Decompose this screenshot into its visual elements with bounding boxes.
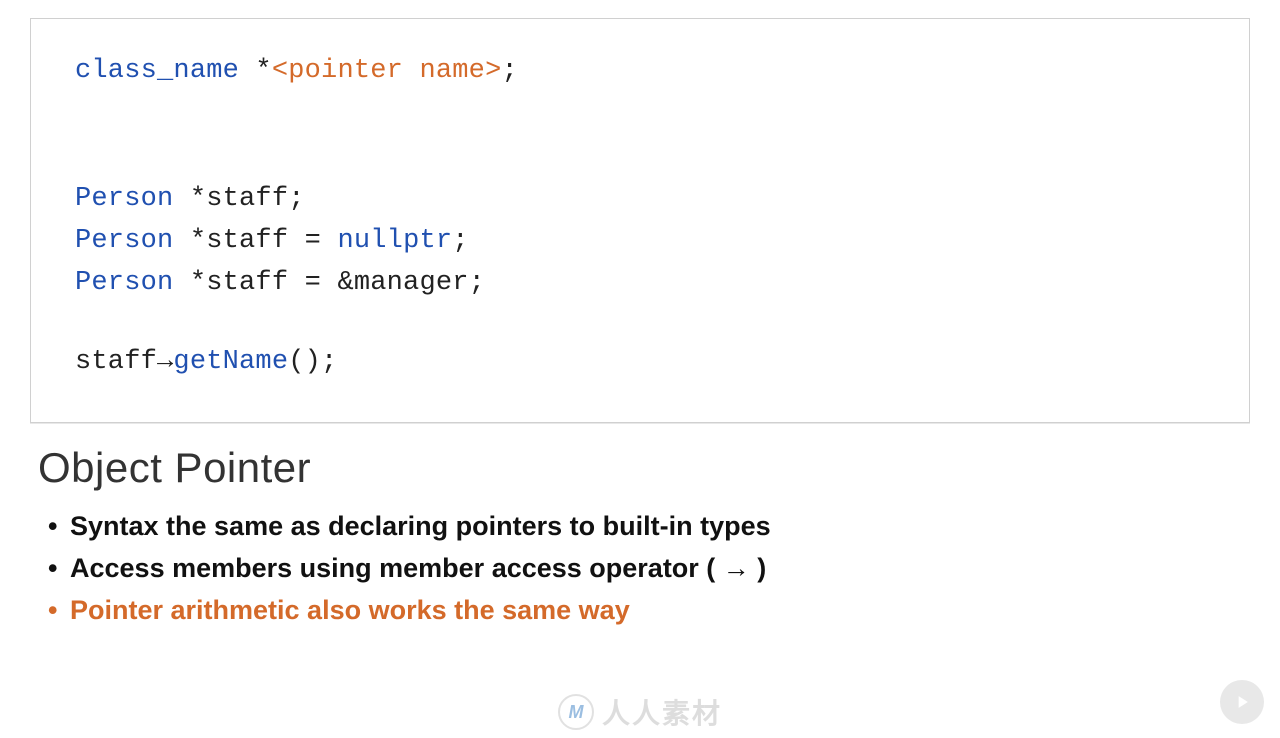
code-token: ();	[288, 347, 337, 377]
bullet-list: Syntax the same as declaring pointers to…	[48, 506, 1280, 632]
code-token: *	[239, 56, 272, 86]
code-line-3: Person *staff = nullptr;	[75, 221, 1205, 263]
spacer	[75, 93, 1205, 179]
code-token: <pointer name>	[272, 56, 502, 86]
divider	[30, 423, 1250, 424]
code-token: *staff =	[173, 226, 337, 256]
code-token: Person	[75, 268, 173, 298]
code-token: Person	[75, 184, 173, 214]
code-token: Person	[75, 226, 173, 256]
code-token: *staff;	[173, 184, 304, 214]
code-line-5: staff→getName();	[75, 342, 1205, 384]
bullet-item: Access members using member access opera…	[48, 548, 1280, 590]
code-token: ;	[452, 226, 468, 256]
play-triangle-icon	[1232, 692, 1252, 712]
watermark-text: 人人素材	[602, 692, 722, 732]
code-token: class_name	[75, 56, 239, 86]
code-token: nullptr	[337, 226, 452, 256]
play-icon	[1220, 680, 1264, 724]
section-title: Object Pointer	[38, 444, 1280, 492]
code-line-2: Person *staff;	[75, 179, 1205, 221]
bullet-item: Syntax the same as declaring pointers to…	[48, 506, 1280, 548]
code-token: getName	[173, 347, 288, 377]
watermark: M 人人素材	[558, 692, 722, 732]
code-line-1: class_name *<pointer name>;	[75, 51, 1205, 93]
code-token: ;	[501, 56, 517, 86]
code-block: class_name *<pointer name>; Person *staf…	[30, 18, 1250, 423]
code-token: staff→	[75, 347, 173, 377]
code-token: *staff = &manager;	[173, 268, 485, 298]
spacer	[75, 304, 1205, 342]
code-line-4: Person *staff = &manager;	[75, 263, 1205, 305]
watermark-badge-icon: M	[558, 694, 594, 730]
bullet-item-highlighted: Pointer arithmetic also works the same w…	[48, 590, 1280, 632]
